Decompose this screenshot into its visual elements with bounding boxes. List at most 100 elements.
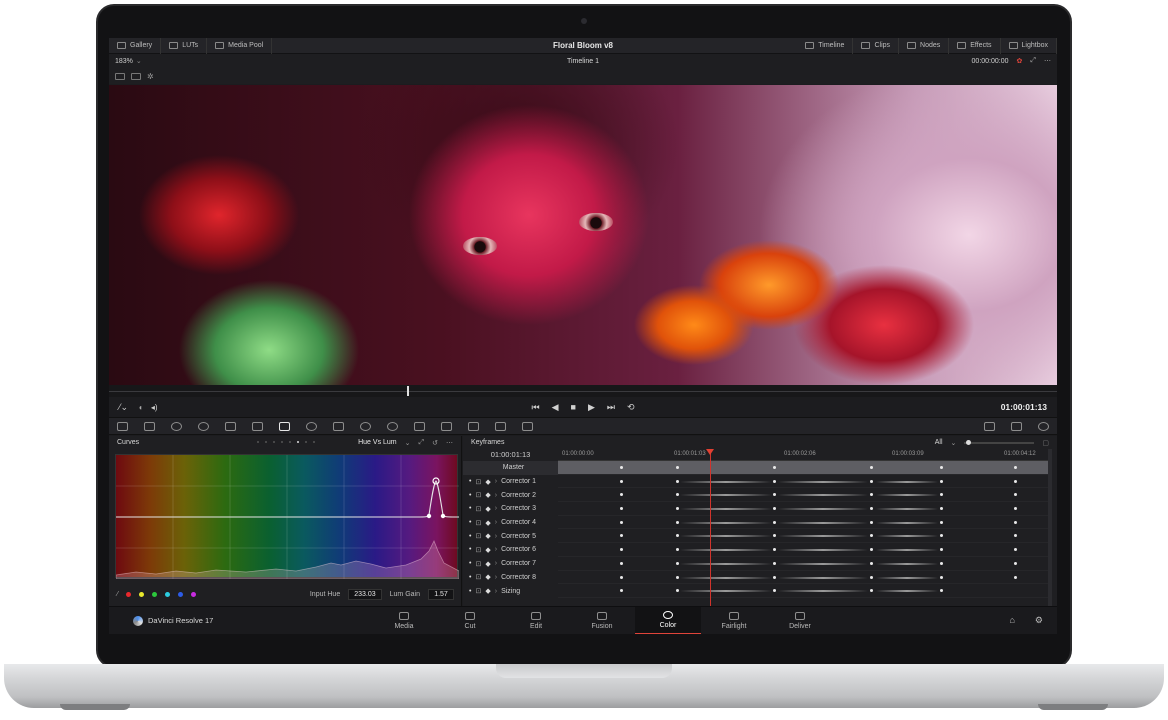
visibility-dot-icon[interactable]: • <box>469 533 471 540</box>
keyframe-row[interactable] <box>558 475 1052 489</box>
scopes-icon[interactable] <box>1011 421 1022 431</box>
stop-button[interactable]: ■ <box>571 402 576 413</box>
lightbox-button[interactable]: Lightbox <box>1001 38 1057 54</box>
page-tab-fusion[interactable]: Fusion <box>569 607 635 635</box>
keyframe-track[interactable]: • ⊡ ◆ › Corrector 5 <box>463 529 558 543</box>
visibility-dot-icon[interactable]: • <box>469 574 471 581</box>
playhead-marker-icon[interactable] <box>706 449 714 455</box>
go-to-start-button[interactable]: ⏮ <box>531 402 539 413</box>
keyframe-point[interactable] <box>870 575 873 579</box>
keyframe-point[interactable] <box>940 589 943 593</box>
keyframe-track[interactable]: • ⊡ ◆ › Corrector 3 <box>463 502 558 516</box>
loop-button[interactable]: ⟲ <box>627 402 635 413</box>
keyframe-point[interactable] <box>773 479 776 483</box>
keyframe-track[interactable]: • ⊡ ◆ › Sizing <box>463 584 558 598</box>
keyframe-point[interactable] <box>773 575 776 579</box>
lock-icon[interactable]: ⊡ <box>475 546 481 554</box>
keyframe-row[interactable] <box>558 571 1052 585</box>
keyframe-timeline[interactable]: 01:00:00:00 01:00:01:03 01:00:02:06 01:0… <box>558 449 1052 606</box>
visibility-dot-icon[interactable]: • <box>469 478 471 485</box>
master-keyframe-point[interactable] <box>1014 466 1017 469</box>
curve-point[interactable] <box>426 513 432 519</box>
expand-arrow-icon[interactable]: › <box>495 560 497 567</box>
keyframe-point[interactable] <box>870 479 873 483</box>
gallery-button[interactable]: Gallery <box>109 38 162 54</box>
keyframe-point[interactable] <box>870 493 873 497</box>
swatch-green[interactable] <box>152 591 158 597</box>
timeline-button[interactable]: Timeline <box>797 38 854 54</box>
media-pool-button[interactable]: Media Pool <box>207 38 273 54</box>
keyframe-point[interactable] <box>940 534 943 538</box>
color-wheels-icon[interactable] <box>171 421 182 431</box>
rgb-mixer-icon[interactable] <box>225 421 236 431</box>
keyframe-point[interactable] <box>1014 507 1017 511</box>
keyframe-point[interactable] <box>620 520 623 524</box>
keyframe-point[interactable] <box>1014 479 1017 483</box>
keyframe-row[interactable] <box>558 529 1052 544</box>
sizing-icon[interactable] <box>495 421 506 431</box>
magic-wand-icon[interactable]: ✲ <box>147 72 154 81</box>
eyedropper-icon[interactable]: ⁄ <box>117 591 118 598</box>
keyframe-point[interactable] <box>773 561 776 565</box>
keyframe-track[interactable]: • ⊡ ◆ › Corrector 2 <box>463 488 558 502</box>
curve-mode-dropdown[interactable]: Hue Vs Lum <box>358 439 397 446</box>
keyframe-point[interactable] <box>940 493 943 497</box>
swatch-magenta[interactable] <box>191 591 197 597</box>
keyframe-track[interactable]: • ⊡ ◆ › Corrector 6 <box>463 543 558 557</box>
luts-button[interactable]: LUTs <box>161 38 208 54</box>
keyframe-point[interactable] <box>620 493 623 497</box>
blur-icon[interactable] <box>441 421 452 431</box>
keyframe-point[interactable] <box>940 507 943 511</box>
master-keyframe-point[interactable] <box>870 466 873 469</box>
page-tab-color[interactable]: Color <box>635 606 701 634</box>
play-button[interactable]: ▶ <box>588 402 595 413</box>
lock-icon[interactable]: ⊡ <box>475 573 481 581</box>
keyframe-row[interactable] <box>558 488 1052 503</box>
master-keyframe-point[interactable] <box>773 466 776 469</box>
scopes-toggle-icon[interactable] <box>984 421 995 431</box>
keyframe-point[interactable] <box>620 561 623 565</box>
hdr-icon[interactable] <box>198 421 209 431</box>
picker-icon[interactable]: ⁄⌄ <box>119 402 128 413</box>
keyframe-point[interactable] <box>1014 561 1017 565</box>
tracker-icon[interactable] <box>387 421 398 431</box>
keyframe-point[interactable] <box>676 561 679 565</box>
curve-point[interactable] <box>440 513 446 519</box>
visibility-dot-icon[interactable]: • <box>469 492 471 499</box>
keyframe-row[interactable] <box>558 557 1052 571</box>
reverse-button[interactable]: ◀ <box>552 402 559 413</box>
master-keyframe-point[interactable] <box>676 466 679 469</box>
keyframe-point[interactable] <box>620 479 623 483</box>
expand-arrow-icon[interactable]: › <box>495 519 497 526</box>
keyframe-diamond-icon[interactable]: ◆ <box>485 532 490 540</box>
3d-icon[interactable] <box>522 421 533 431</box>
go-to-end-button[interactable]: ⏭ <box>607 402 615 413</box>
keyframe-point[interactable] <box>870 548 873 552</box>
expand-arrow-icon[interactable]: › <box>495 533 497 540</box>
magic-mask-icon[interactable] <box>414 421 425 431</box>
effects-button[interactable]: Effects <box>949 38 1001 54</box>
zoom-slider-handle[interactable] <box>966 439 972 445</box>
keyframe-point[interactable] <box>773 589 776 593</box>
page-tab-edit[interactable]: Edit <box>503 607 569 635</box>
reset-icon[interactable]: ↺ <box>432 439 438 447</box>
swatch-yellow[interactable] <box>139 591 145 597</box>
page-tab-fairlight[interactable]: Fairlight <box>701 607 767 635</box>
keyframe-point[interactable] <box>620 589 623 593</box>
keyframe-point[interactable] <box>773 548 776 552</box>
keyframe-point[interactable] <box>870 589 873 593</box>
lock-icon[interactable]: ⊡ <box>475 505 481 513</box>
keyframe-row[interactable] <box>558 584 1052 598</box>
home-icon[interactable]: ⌂ <box>1009 615 1014 626</box>
page-tab-deliver[interactable]: Deliver <box>767 607 833 635</box>
keyframe-point[interactable] <box>676 548 679 552</box>
lock-icon[interactable]: ⊡ <box>475 491 481 499</box>
visibility-dot-icon[interactable]: • <box>469 560 471 567</box>
keyframe-point[interactable] <box>676 575 679 579</box>
keyframe-point[interactable] <box>620 534 623 538</box>
expand-arrow-icon[interactable]: › <box>495 478 497 485</box>
expand-arrow-icon[interactable]: › <box>495 492 497 499</box>
scrubber-handle[interactable] <box>407 386 409 396</box>
keyframe-row[interactable] <box>558 543 1052 557</box>
settings-icon[interactable]: ⚙ <box>1035 615 1043 626</box>
